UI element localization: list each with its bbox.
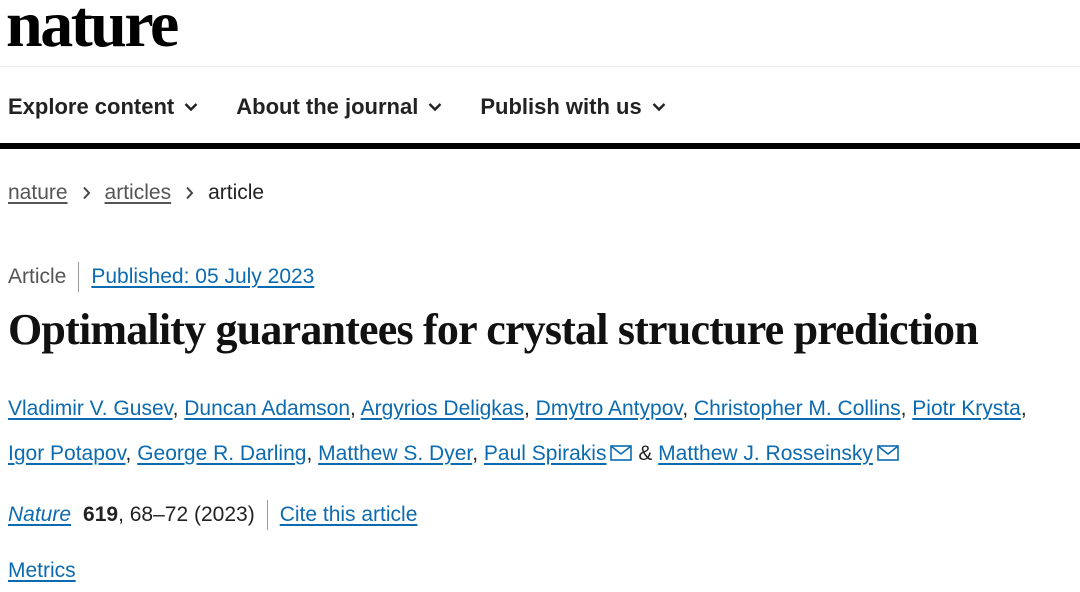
- author-separator: ,: [682, 397, 689, 420]
- chevron-right-icon: [185, 186, 194, 200]
- author-link[interactable]: Matthew J. Rosseinsky: [658, 442, 873, 465]
- author-link[interactable]: Matthew S. Dyer: [318, 442, 472, 465]
- nav-about-journal[interactable]: About the journal: [236, 94, 442, 120]
- author-link[interactable]: Christopher M. Collins: [694, 397, 901, 420]
- article-title: Optimality guarantees for crystal struct…: [8, 305, 979, 354]
- chevron-down-icon: [652, 102, 666, 112]
- cite-this-article-link[interactable]: Cite this article: [280, 503, 418, 527]
- author-list: Vladimir V. Gusev, Duncan Adamson, Argyr…: [8, 386, 1068, 477]
- volume-number: 619: [83, 503, 119, 526]
- author-separator: ,: [900, 397, 907, 420]
- chevron-right-icon: [82, 186, 91, 200]
- author-link[interactable]: Igor Potapov: [8, 442, 126, 465]
- article-meta: Article Published: 05 July 2023: [8, 262, 314, 292]
- chevron-down-icon: [184, 102, 198, 112]
- breadcrumb: nature articles article: [8, 181, 264, 205]
- envelope-icon[interactable]: [877, 432, 899, 477]
- author-separator: ,: [350, 397, 356, 420]
- header-divider: [0, 66, 1080, 67]
- site-logo: nature: [6, 0, 179, 61]
- author-separator: ,: [125, 442, 132, 465]
- author-link[interactable]: Dmytro Antypov: [536, 397, 683, 420]
- nav-explore-content[interactable]: Explore content: [8, 94, 198, 120]
- chevron-down-icon: [428, 102, 442, 112]
- metrics-link[interactable]: Metrics: [8, 559, 76, 582]
- envelope-icon[interactable]: [610, 432, 633, 477]
- main-nav: Explore content About the journal Publis…: [8, 90, 704, 124]
- author-separator: ,: [306, 442, 313, 465]
- site-logo-link[interactable]: nature: [6, 0, 179, 61]
- author-link[interactable]: Vladimir V. Gusev: [8, 397, 173, 420]
- author-link[interactable]: George R. Darling: [137, 442, 306, 465]
- author-separator: ,: [523, 397, 530, 420]
- nav-divider: [0, 143, 1080, 149]
- author-ampersand: &: [638, 442, 653, 465]
- breadcrumb-link-nature[interactable]: nature: [8, 181, 68, 205]
- journal-link[interactable]: Nature: [8, 503, 71, 527]
- metrics-section: Metrics: [8, 559, 76, 583]
- nav-item-label: Publish with us: [480, 94, 642, 119]
- author-separator: ,: [472, 442, 479, 465]
- breadcrumb-current: article: [208, 181, 265, 204]
- article-type: Article: [8, 265, 67, 288]
- published-date-link[interactable]: Published: 05 July 2023: [91, 265, 314, 289]
- citation-line: Nature 619 , 68–72 (2023) Cite this arti…: [8, 500, 417, 530]
- nav-item-label: About the journal: [236, 94, 419, 119]
- meta-divider: [78, 262, 80, 292]
- nav-item-label: Explore content: [8, 94, 175, 119]
- author-link[interactable]: Paul Spirakis: [484, 442, 607, 465]
- nav-publish-with-us[interactable]: Publish with us: [480, 94, 666, 120]
- author-link[interactable]: Argyrios Deligkas: [361, 397, 524, 420]
- author-separator: ,: [1020, 397, 1027, 420]
- citation-divider: [266, 500, 268, 530]
- breadcrumb-link-articles[interactable]: articles: [105, 181, 172, 205]
- author-link[interactable]: Duncan Adamson: [184, 397, 350, 420]
- author-separator: ,: [172, 397, 179, 420]
- pages-year: , 68–72 (2023): [118, 503, 255, 526]
- author-link[interactable]: Piotr Krysta: [912, 397, 1021, 420]
